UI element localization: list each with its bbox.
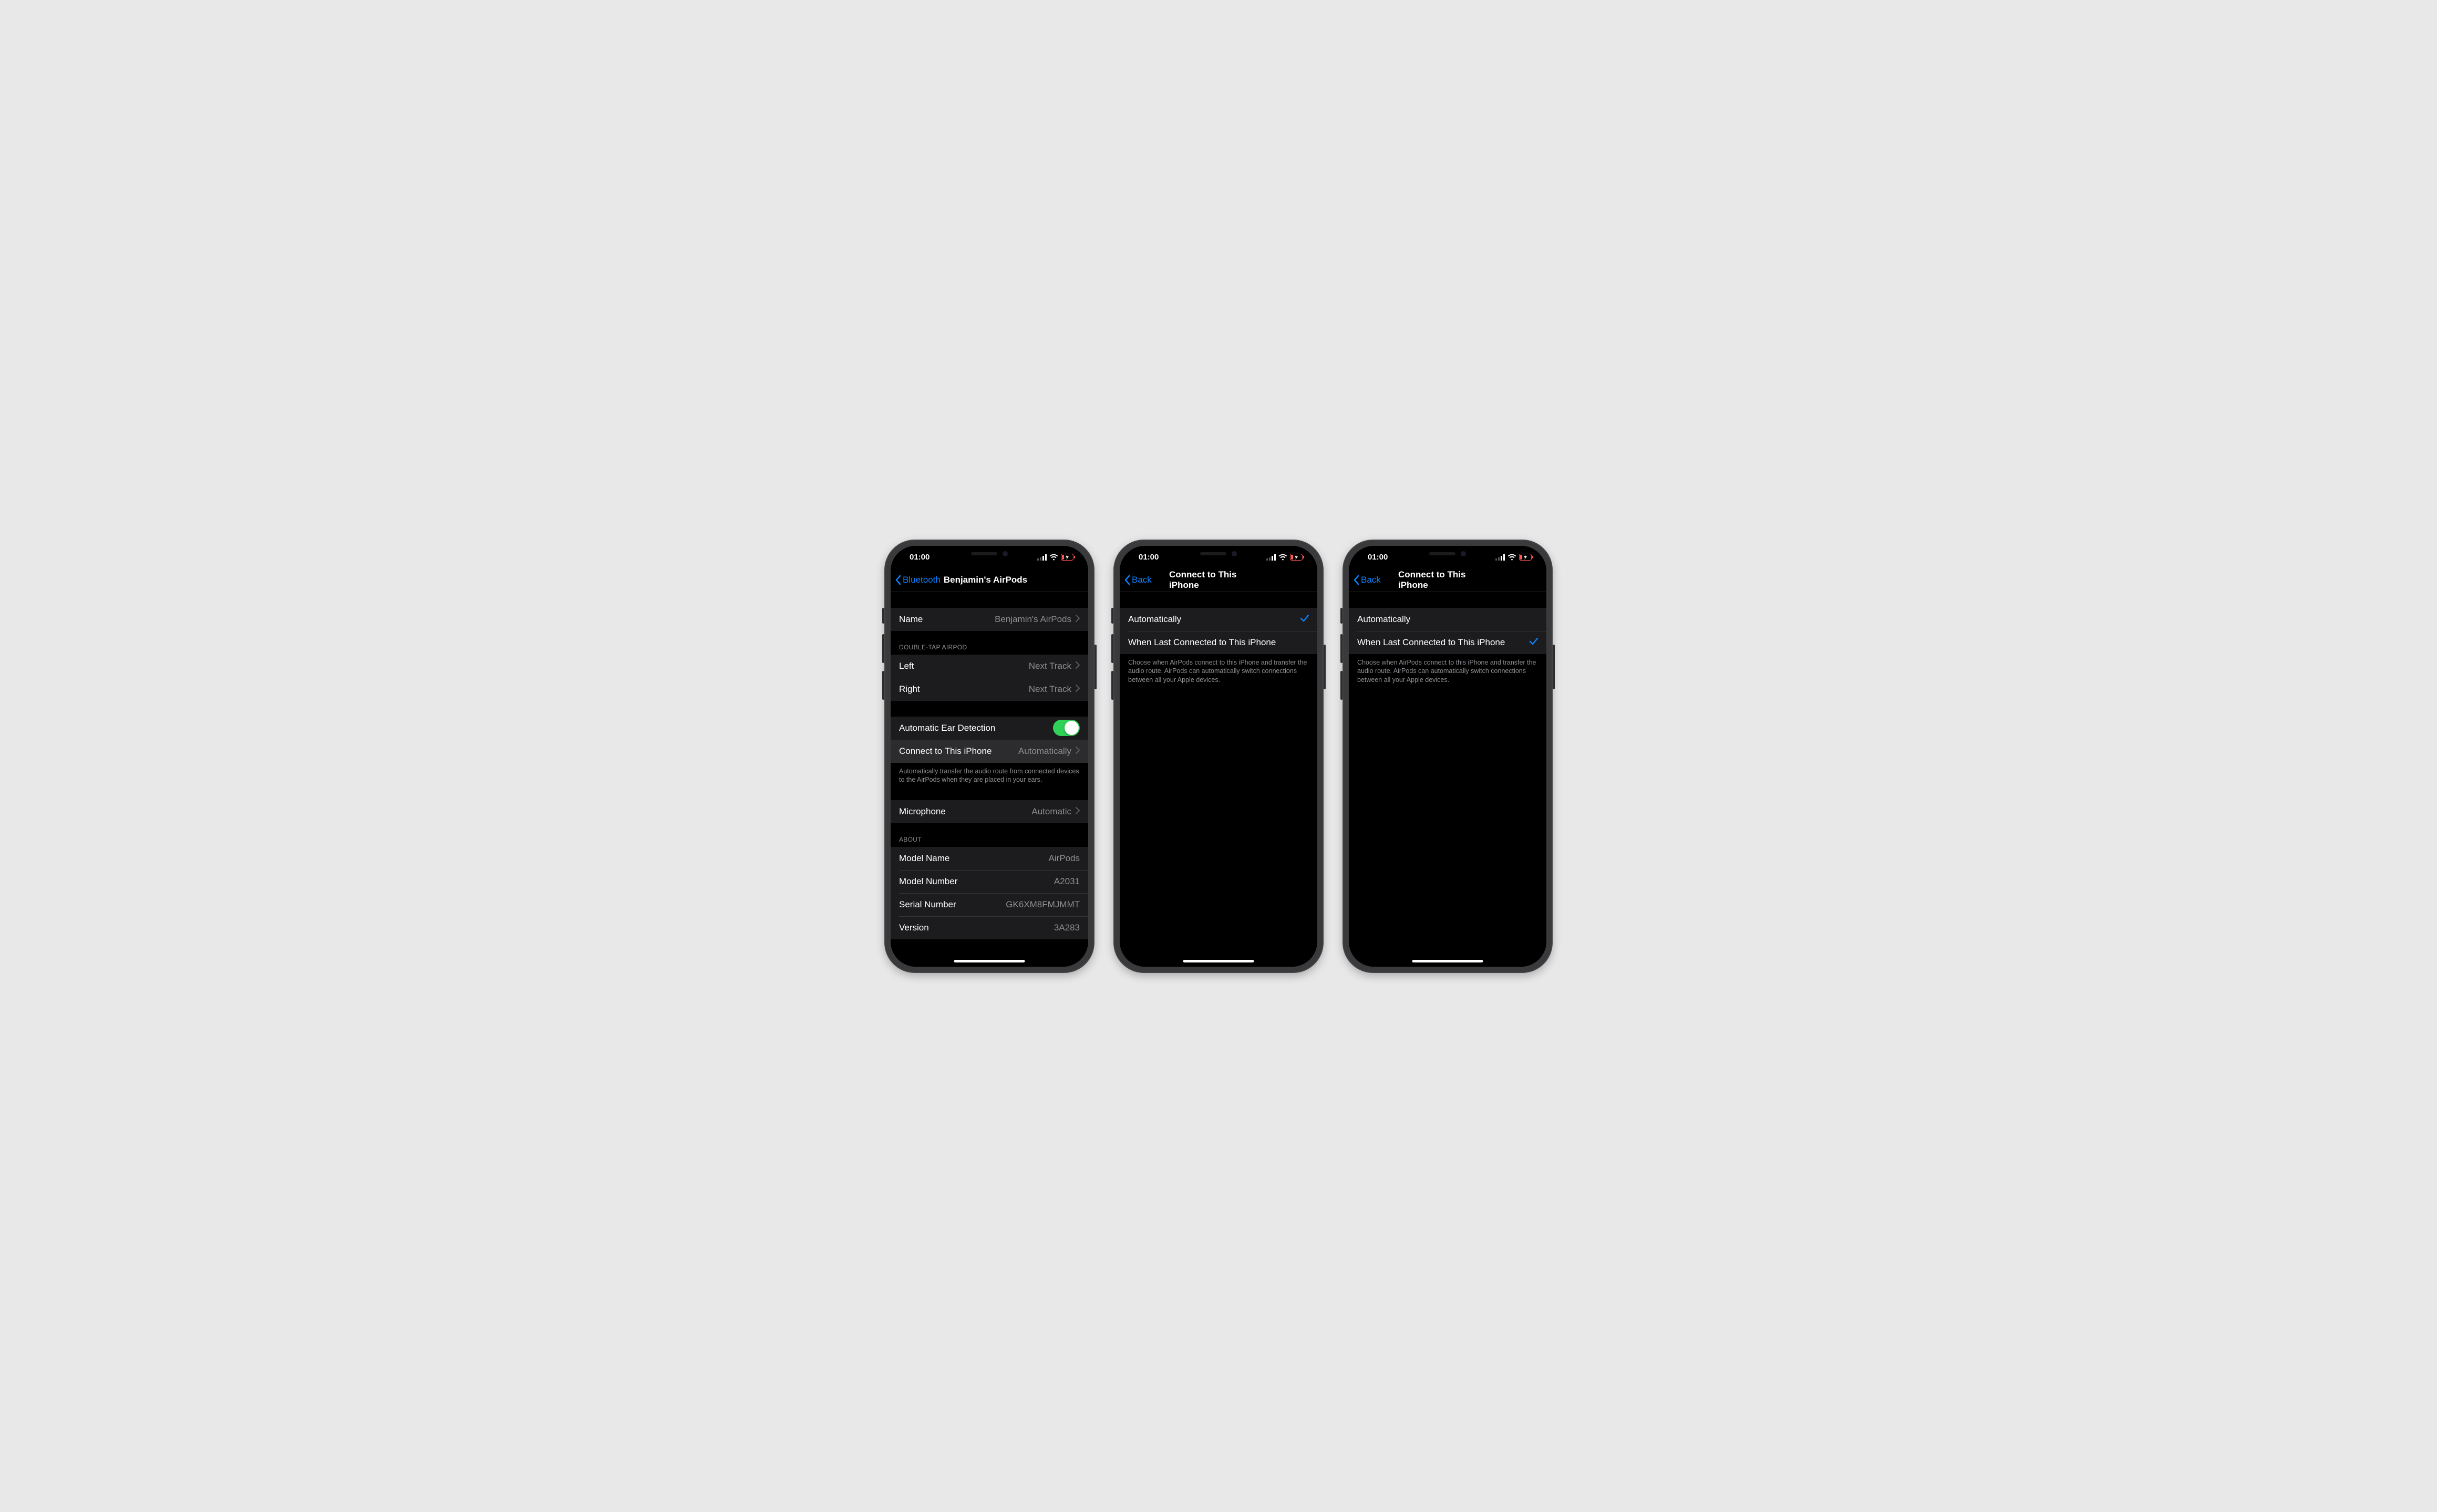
wifi-icon <box>1278 554 1287 561</box>
options-footer: Choose when AirPods connect to this iPho… <box>1349 654 1546 685</box>
battery-icon <box>1519 554 1534 561</box>
notch <box>939 546 1039 562</box>
model-number-value: A2031 <box>1054 876 1080 887</box>
row-version: Version 3A283 <box>891 916 1088 939</box>
ear-detection-toggle[interactable] <box>1053 720 1080 736</box>
chevron-right-icon <box>1076 806 1080 817</box>
wifi-icon <box>1049 554 1058 561</box>
home-indicator[interactable] <box>954 960 1025 962</box>
nav-bar: Back Connect to This iPhone <box>1120 569 1317 592</box>
version-value: 3A283 <box>1054 923 1080 933</box>
cellular-icon <box>1266 554 1276 561</box>
row-right[interactable]: Right Next Track <box>891 678 1088 701</box>
nav-bar: Back Connect to This iPhone <box>1349 569 1546 592</box>
option-auto-label: Automatically <box>1357 614 1410 625</box>
nav-back-button[interactable]: Bluetooth <box>895 575 941 585</box>
connect-footer: Automatically transfer the audio route f… <box>891 763 1088 785</box>
nav-title: Benjamin's AirPods <box>944 575 1027 585</box>
nav-title: Connect to This iPhone <box>1169 569 1268 591</box>
chevron-right-icon <box>1076 661 1080 671</box>
model-number-label: Model Number <box>899 876 958 887</box>
option-auto-label: Automatically <box>1128 614 1181 625</box>
left-label: Left <box>899 661 914 671</box>
row-ear-detection[interactable]: Automatic Ear Detection <box>891 717 1088 740</box>
model-name-label: Model Name <box>899 853 949 864</box>
phone-frame-1: 01:00 Bluetooth Benjamin's AirPods Name <box>884 540 1094 973</box>
right-label: Right <box>899 684 920 695</box>
name-value: Benjamin's AirPods <box>995 614 1071 625</box>
nav-bar: Bluetooth Benjamin's AirPods <box>891 569 1088 592</box>
connect-label: Connect to This iPhone <box>899 746 992 757</box>
name-label: Name <box>899 614 923 625</box>
checkmark-icon <box>1300 614 1309 625</box>
option-last-label: When Last Connected to This iPhone <box>1357 637 1505 648</box>
row-option-last-connected[interactable]: When Last Connected to This iPhone <box>1349 631 1546 654</box>
nav-back-label: Bluetooth <box>903 575 941 585</box>
row-microphone[interactable]: Microphone Automatic <box>891 800 1088 823</box>
ear-label: Automatic Ear Detection <box>899 723 995 733</box>
serial-value: GK6XM8FMJMMT <box>1006 899 1080 910</box>
row-model-number: Model Number A2031 <box>891 870 1088 893</box>
row-name[interactable]: Name Benjamin's AirPods <box>891 608 1088 631</box>
row-connect[interactable]: Connect to This iPhone Automatically <box>891 740 1088 763</box>
status-time: 01:00 <box>1364 553 1388 562</box>
row-left[interactable]: Left Next Track <box>891 655 1088 678</box>
status-time: 01:00 <box>905 553 930 562</box>
serial-label: Serial Number <box>899 899 956 910</box>
connect-value: Automatically <box>1018 746 1071 757</box>
nav-back-button[interactable]: Back <box>1353 575 1381 585</box>
nav-title: Connect to This iPhone <box>1398 569 1497 591</box>
notch <box>1398 546 1498 562</box>
row-option-automatically[interactable]: Automatically <box>1349 608 1546 631</box>
section-header-doubletap: DOUBLE-TAP AIRPOD <box>891 631 1088 655</box>
chevron-left-icon <box>1353 575 1359 585</box>
options-footer: Choose when AirPods connect to this iPho… <box>1120 654 1317 685</box>
mic-label: Microphone <box>899 806 946 817</box>
model-name-value: AirPods <box>1048 853 1080 864</box>
nav-back-label: Back <box>1361 575 1381 585</box>
home-indicator[interactable] <box>1412 960 1483 962</box>
wifi-icon <box>1507 554 1516 561</box>
right-value: Next Track <box>1029 684 1071 695</box>
row-model-name: Model Name AirPods <box>891 847 1088 870</box>
chevron-right-icon <box>1076 684 1080 695</box>
phone-frame-2: 01:00 Back Connect to This iPhone Automa <box>1113 540 1324 973</box>
left-value: Next Track <box>1029 661 1071 671</box>
battery-icon <box>1061 554 1076 561</box>
phone-frame-3: 01:00 Back Connect to This iPhone Automa <box>1343 540 1553 973</box>
row-option-automatically[interactable]: Automatically <box>1120 608 1317 631</box>
chevron-left-icon <box>1124 575 1130 585</box>
cellular-icon <box>1037 554 1047 561</box>
mic-value: Automatic <box>1031 806 1071 817</box>
chevron-right-icon <box>1076 614 1080 625</box>
status-time: 01:00 <box>1134 553 1159 562</box>
home-indicator[interactable] <box>1183 960 1254 962</box>
cellular-icon <box>1495 554 1505 561</box>
version-label: Version <box>899 923 929 933</box>
chevron-right-icon <box>1076 746 1080 757</box>
battery-icon <box>1290 554 1305 561</box>
chevron-left-icon <box>895 575 901 585</box>
nav-back-label: Back <box>1132 575 1152 585</box>
notch <box>1169 546 1268 562</box>
section-header-about: ABOUT <box>891 823 1088 847</box>
nav-back-button[interactable]: Back <box>1124 575 1152 585</box>
row-serial: Serial Number GK6XM8FMJMMT <box>891 893 1088 916</box>
checkmark-icon <box>1530 637 1538 648</box>
row-option-last-connected[interactable]: When Last Connected to This iPhone <box>1120 631 1317 654</box>
option-last-label: When Last Connected to This iPhone <box>1128 637 1276 648</box>
